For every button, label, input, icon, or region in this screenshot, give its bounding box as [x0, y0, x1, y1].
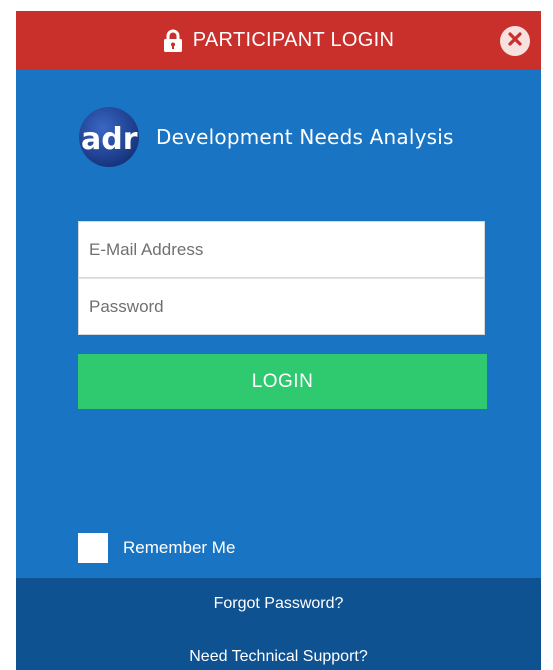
modal-header: PARTICIPANT LOGIN — [16, 11, 541, 70]
logo-text: adr — [81, 122, 138, 157]
remember-me[interactable]: Remember Me — [78, 533, 235, 563]
login-form — [78, 221, 485, 335]
close-button[interactable] — [500, 26, 530, 56]
close-icon — [507, 31, 523, 52]
login-button[interactable]: LOGIN — [78, 354, 487, 409]
header-title-group: PARTICIPANT LOGIN — [163, 29, 394, 53]
remember-me-checkbox[interactable] — [78, 533, 108, 563]
password-field[interactable] — [78, 278, 485, 335]
modal-footer: Forgot Password? Need Technical Support? — [16, 578, 541, 670]
technical-support-link[interactable]: Need Technical Support? — [16, 648, 541, 666]
lock-icon — [163, 29, 183, 53]
forgot-password-link[interactable]: Forgot Password? — [16, 595, 541, 613]
login-modal: PARTICIPANT LOGIN adr Development Needs … — [16, 11, 541, 670]
remember-me-label: Remember Me — [123, 538, 236, 557]
brand-name: Development Needs Analysis — [156, 125, 454, 149]
adr-logo: adr — [78, 106, 150, 168]
email-field[interactable] — [78, 221, 485, 278]
header-title: PARTICIPANT LOGIN — [192, 29, 395, 51]
brand: adr Development Needs Analysis — [78, 106, 454, 168]
